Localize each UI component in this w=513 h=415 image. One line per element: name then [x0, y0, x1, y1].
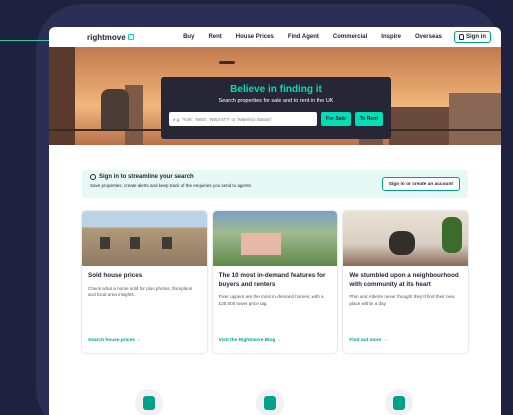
magnifier-icon[interactable]: [135, 389, 163, 415]
feature-cards: Sold house prices Check what a home sold…: [82, 211, 469, 353]
person-icon: [459, 34, 464, 40]
bottom-feature-icons: [49, 389, 501, 415]
nav-house-prices[interactable]: House Prices: [236, 34, 274, 40]
hero-title: Believe in finding it: [230, 84, 322, 95]
house-logo-icon: [127, 34, 134, 40]
lightbulb-icon[interactable]: [385, 389, 413, 415]
location-search-input[interactable]: [169, 112, 318, 126]
window-shape: [100, 237, 110, 249]
logo-text: rightmove: [87, 32, 126, 42]
window-shape: [130, 237, 140, 249]
card-text: Phin and Alberte never thought they'd fi…: [349, 294, 455, 306]
lock-icon: [90, 174, 96, 180]
signin-banner: Sign in to streamline your search Save p…: [82, 170, 468, 198]
card-in-demand-features[interactable]: The 10 most in-demand features for buyer…: [212, 211, 338, 353]
nav-inspire[interactable]: Inspire: [381, 34, 401, 40]
card-title: We stumbled upon a neighbourhood with co…: [349, 272, 459, 288]
browser-page: rightmove Buy Rent House Prices Find Age…: [49, 27, 501, 415]
rightmove-logo[interactable]: rightmove: [87, 33, 134, 42]
for-sale-button[interactable]: For Sale: [321, 112, 351, 126]
nav-rent[interactable]: Rent: [208, 34, 221, 40]
signin-or-create-button[interactable]: Sign in or create an account: [381, 177, 460, 191]
banner-title-text: Sign in to streamline your search: [99, 174, 194, 180]
card-community-story[interactable]: We stumbled upon a neighbourhood with co…: [343, 211, 469, 353]
sign-in-button[interactable]: Sign in: [454, 31, 491, 43]
hero-banner: Believe in finding it Search properties …: [49, 47, 501, 145]
nav-commercial[interactable]: Commercial: [333, 34, 367, 40]
decorative-line: [0, 40, 50, 41]
card-image-houses: [82, 211, 207, 266]
visit-blog-link[interactable]: Visit the Rightmove Blog →: [219, 338, 282, 343]
window-shape: [162, 237, 172, 249]
card-title: The 10 most in-demand features for buyer…: [218, 272, 326, 288]
house-shape: [240, 233, 281, 255]
search-panel: Believe in finding it Search properties …: [161, 77, 391, 139]
card-sold-prices[interactable]: Sold house prices Check what a home sold…: [82, 211, 207, 353]
to-rent-button[interactable]: To Rent: [354, 112, 383, 126]
top-navigation: rightmove Buy Rent House Prices Find Age…: [49, 27, 501, 47]
plant-shape: [442, 217, 463, 253]
hero-building: [389, 107, 449, 145]
search-row: For Sale To Rent: [169, 112, 383, 126]
hero-subtitle: Search properties for sale and to rent i…: [218, 98, 334, 104]
card-image-garden: [212, 211, 338, 266]
phone-icon[interactable]: [256, 389, 284, 415]
card-title: Sold house prices: [88, 272, 143, 279]
hero-people: [101, 89, 129, 131]
hero-building: [449, 93, 501, 145]
card-text: Check what a home sold for plus photos, …: [88, 285, 193, 298]
find-out-more-link[interactable]: Find out more →: [349, 338, 387, 343]
chair-shape: [389, 231, 416, 255]
nav-overseas[interactable]: Overseas: [415, 34, 442, 40]
card-image-interior: [343, 211, 469, 266]
card-text: Fixer uppers are the most in-demand home…: [218, 294, 324, 306]
nav-buy[interactable]: Buy: [183, 34, 194, 40]
sign-in-label: Sign in: [466, 34, 486, 40]
search-house-prices-link[interactable]: Search house prices →: [88, 338, 141, 343]
nav-find-agent[interactable]: Find Agent: [288, 34, 319, 40]
hero-plane: [219, 61, 235, 64]
